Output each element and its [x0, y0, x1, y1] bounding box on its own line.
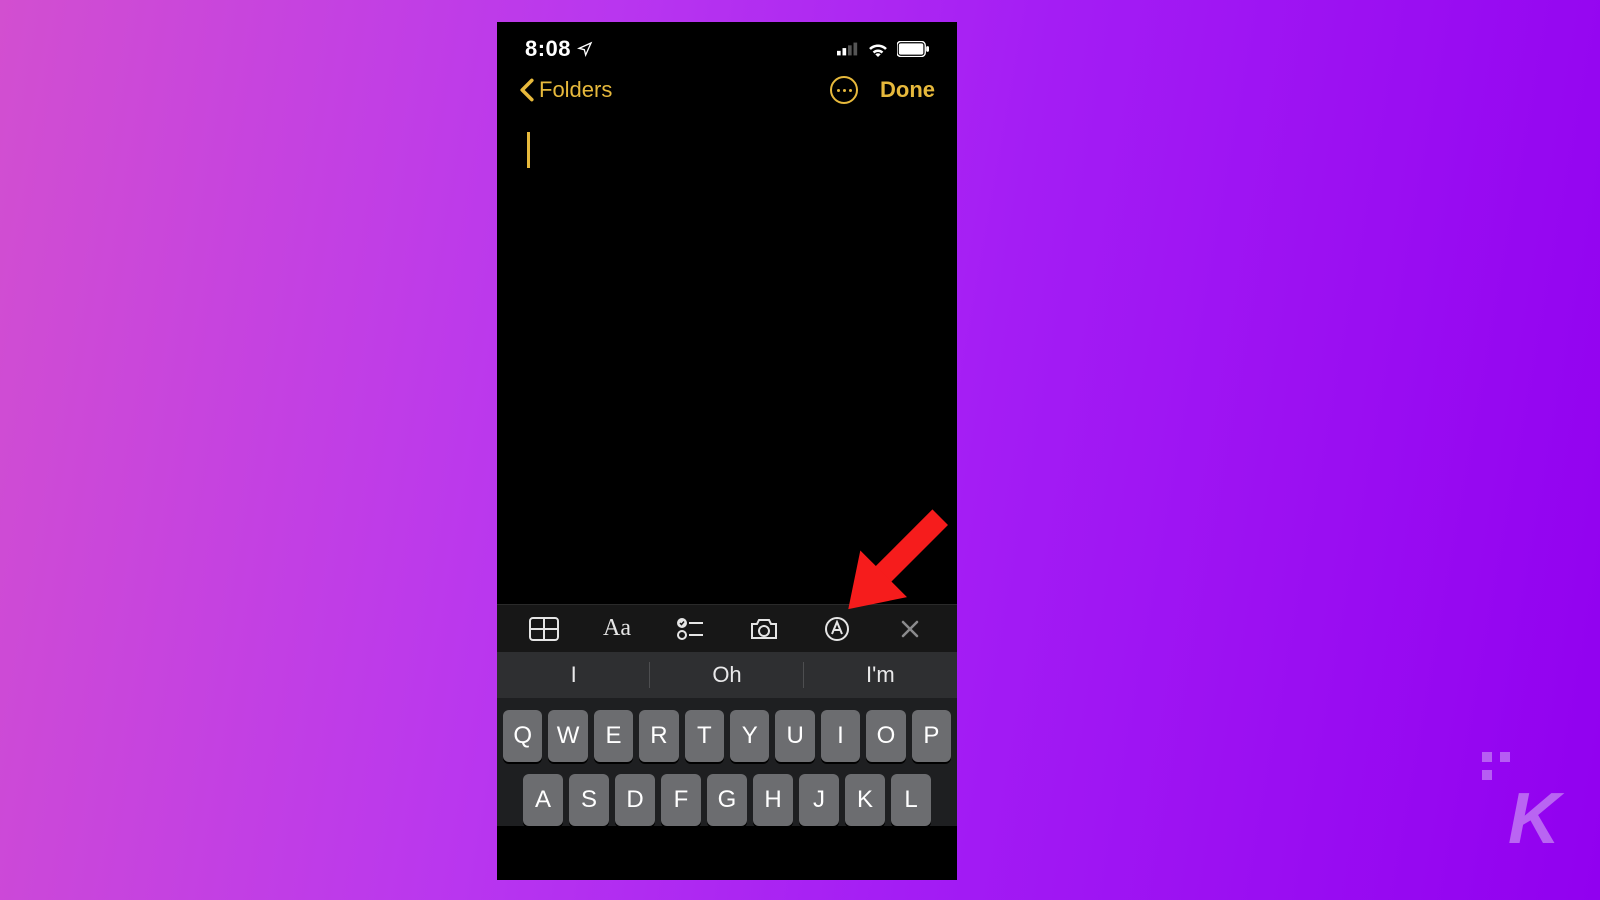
- key-t[interactable]: T: [685, 710, 724, 762]
- key-a[interactable]: A: [523, 774, 563, 826]
- stage: 8:08: [0, 0, 1600, 900]
- text-cursor: [527, 132, 530, 168]
- suggestion-3[interactable]: I'm: [804, 652, 957, 698]
- ellipsis-icon: [837, 89, 852, 92]
- wifi-icon: [867, 41, 889, 57]
- key-y[interactable]: Y: [730, 710, 769, 762]
- back-button[interactable]: Folders: [519, 77, 612, 103]
- key-w[interactable]: W: [548, 710, 587, 762]
- text-style-button[interactable]: Aa: [594, 606, 640, 652]
- cellular-icon: [837, 42, 859, 56]
- key-l[interactable]: L: [891, 774, 931, 826]
- text-style-icon: Aa: [603, 615, 631, 642]
- suggestion-2[interactable]: Oh: [650, 652, 803, 698]
- clock-text: 8:08: [525, 36, 571, 62]
- table-icon: [529, 617, 559, 641]
- key-u[interactable]: U: [775, 710, 814, 762]
- key-r[interactable]: R: [639, 710, 678, 762]
- battery-icon: [897, 41, 929, 57]
- key-i[interactable]: I: [821, 710, 860, 762]
- status-icons: [837, 41, 929, 57]
- done-button[interactable]: Done: [880, 77, 935, 103]
- close-toolbar-button[interactable]: [887, 606, 933, 652]
- watermark-dots: [1482, 752, 1510, 780]
- close-icon: [900, 619, 920, 639]
- key-s[interactable]: S: [569, 774, 609, 826]
- key-h[interactable]: H: [753, 774, 793, 826]
- suggestion-1[interactable]: I: [497, 652, 650, 698]
- suggestion-bar: I Oh I'm: [497, 652, 957, 698]
- key-j[interactable]: J: [799, 774, 839, 826]
- keyboard-row-1: Q W E R T Y U I O P: [503, 710, 951, 762]
- chevron-left-icon: [519, 78, 535, 102]
- key-g[interactable]: G: [707, 774, 747, 826]
- navigation-bar: Folders Done: [497, 64, 957, 116]
- camera-button[interactable]: [741, 606, 787, 652]
- keyboard: Q W E R T Y U I O P A S D F G H J K L: [497, 698, 957, 826]
- checklist-icon: [677, 618, 703, 640]
- markup-icon: [824, 616, 850, 642]
- table-button[interactable]: [521, 606, 567, 652]
- status-time: 8:08: [525, 36, 593, 62]
- phone-frame: 8:08: [497, 22, 957, 880]
- key-q[interactable]: Q: [503, 710, 542, 762]
- watermark-k: K: [1508, 778, 1556, 860]
- markup-button[interactable]: [814, 606, 860, 652]
- format-toolbar: Aa: [497, 604, 957, 652]
- key-f[interactable]: F: [661, 774, 701, 826]
- more-button[interactable]: [830, 76, 858, 104]
- location-icon: [577, 41, 593, 57]
- key-o[interactable]: O: [866, 710, 905, 762]
- key-k[interactable]: K: [845, 774, 885, 826]
- key-e[interactable]: E: [594, 710, 633, 762]
- status-bar: 8:08: [497, 22, 957, 64]
- back-label: Folders: [539, 77, 612, 103]
- checklist-button[interactable]: [667, 606, 713, 652]
- key-d[interactable]: D: [615, 774, 655, 826]
- key-p[interactable]: P: [912, 710, 951, 762]
- camera-icon: [749, 617, 779, 641]
- keyboard-row-2: A S D F G H J K L: [503, 774, 951, 826]
- note-editor[interactable]: [497, 116, 957, 604]
